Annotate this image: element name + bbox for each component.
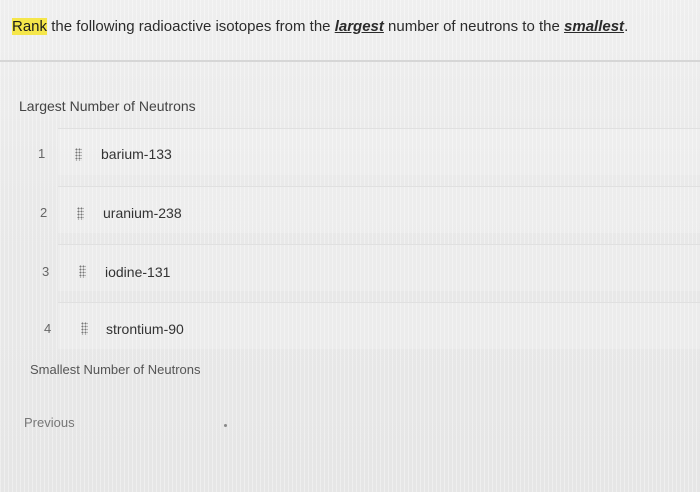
rank-number-1: 1 (38, 146, 46, 161)
drag-handle-icon[interactable] (79, 265, 86, 278)
largest-header: Largest Number of Neutrons (19, 98, 196, 114)
divider (0, 60, 700, 62)
smallest-header: Smallest Number of Neutrons (30, 362, 201, 377)
cursor-dot (224, 424, 227, 427)
question-text: Rank the following radioactive isotopes … (12, 18, 628, 35)
question-highlight: Rank (12, 18, 48, 35)
drag-handle-icon[interactable] (81, 322, 88, 335)
question-segment-3: . (624, 18, 629, 35)
question-emphasis-largest: largest (334, 18, 384, 35)
rank-number-4: 4 (44, 321, 52, 336)
drag-handle-icon[interactable] (77, 207, 84, 220)
rank-number-2: 2 (40, 205, 48, 220)
question-emphasis-smallest: smallest (564, 18, 625, 35)
drag-handle-icon[interactable] (75, 148, 82, 161)
question-segment-2: number of neutrons to the (383, 18, 565, 35)
rank-item-label-4[interactable]: strontium-90 (106, 321, 184, 337)
rank-number-3: 3 (42, 264, 50, 279)
page: Rank the following radioactive isotopes … (0, 0, 700, 492)
rank-item-label-1[interactable]: barium-133 (101, 146, 172, 162)
rank-item-label-3[interactable]: iodine-131 (105, 264, 170, 280)
rank-item-label-2[interactable]: uranium-238 (103, 205, 182, 221)
previous-button[interactable]: Previous (24, 415, 75, 430)
question-segment-1: the following radioactive isotopes from … (47, 18, 335, 35)
